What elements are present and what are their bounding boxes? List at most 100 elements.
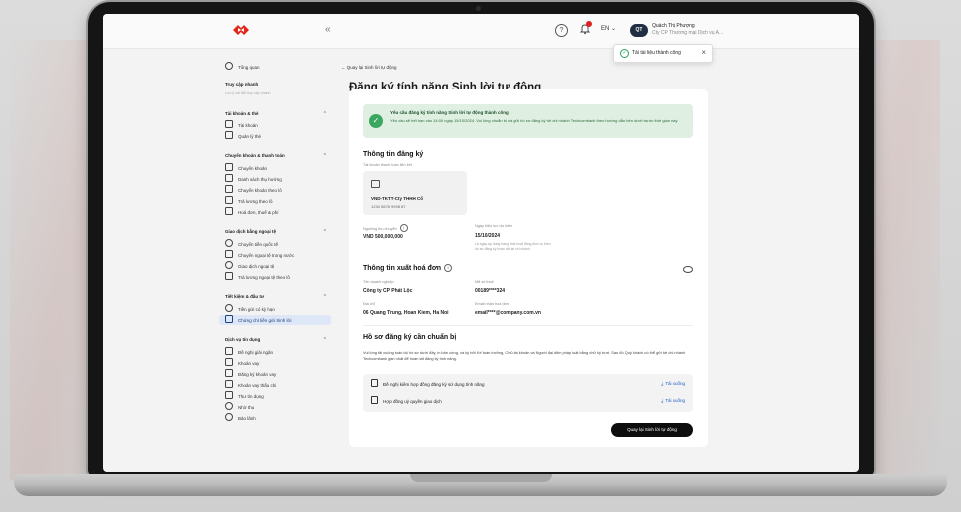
sidebar-item-bills[interactable]: Hoá đơn, thuế & phí	[219, 207, 331, 217]
info-icon[interactable]: i	[444, 264, 453, 272]
certificate-icon	[225, 315, 233, 323]
sidebar-item-label: Khoản vay thấu chi	[238, 383, 277, 388]
sidebar-section-savings[interactable]: Tiết kiệm & đầu tư ⌃	[225, 294, 329, 300]
back-to-auto-profit-button[interactable]: Quay lại Sinh lời tự động	[611, 423, 693, 437]
download-icon: ⤓	[661, 381, 664, 386]
sidebar-section-credit[interactable]: Dịch vụ tín dụng ⌃	[225, 337, 329, 343]
sidebar-item-term-deposit[interactable]: Tiền gửi có kỳ hạn	[219, 304, 331, 314]
sidebar-item-overdraft[interactable]: Khoản vay thấu chi	[219, 380, 331, 390]
sidebar-item-payroll[interactable]: Trả lương theo lô	[219, 196, 331, 206]
sidebar-item-collection[interactable]: Nhờ thu	[219, 402, 331, 412]
bank-logo[interactable]	[233, 25, 249, 35]
sidebar-section-title: Tài khoản & thẻ	[225, 111, 259, 116]
download-label: Tải xuống	[665, 398, 685, 403]
sidebar-item-domestic-fx[interactable]: Chuyển ngoại tệ trong nước	[219, 250, 331, 260]
sidebar-item-disbursement[interactable]: Đề nghị giải ngân	[219, 347, 331, 357]
file-icon	[371, 396, 378, 404]
currency-icon	[225, 261, 233, 269]
payroll-icon	[225, 196, 233, 204]
globe-icon	[225, 239, 233, 247]
sidebar-item-loan-register[interactable]: Đăng ký khoản vay	[219, 369, 331, 379]
sidebar-item-label: Chứng chỉ tiền gửi Sinh lời	[238, 318, 292, 323]
eye-icon[interactable]	[683, 266, 693, 273]
user-company: Cty CP Thương mại Dịch vụ A...	[652, 30, 724, 36]
language-selector[interactable]: EN ⌄	[601, 25, 616, 32]
linked-account-card: VND-TKTT-Cty THHH Cổ 1234 5678 9998 87	[363, 171, 467, 215]
sidebar-item-cards[interactable]: Quản lý thẻ	[219, 131, 331, 141]
success-toast: ✓ Tải tài liệu thành công ×	[613, 44, 713, 63]
user-menu[interactable]: Quách Thị Phượng Cty CP Thương mại Dịch …	[652, 23, 723, 37]
sidebar-section-quick-access: Truy cập nhanh	[225, 82, 329, 87]
sidebar-item-label: Khoản vay	[238, 361, 260, 366]
document-item: Đề nghị kiêm hợp đồng đăng ký sử dụng tí…	[371, 379, 689, 389]
info-icon[interactable]: i	[399, 224, 408, 232]
chevron-up-icon: ⌃	[322, 294, 327, 300]
section-title-invoice: Thông tin xuất hoá đơn i	[363, 264, 453, 272]
payroll-icon	[225, 272, 233, 280]
email-value: email****@company.com.vn	[475, 310, 541, 316]
sidebar-item-label: Trả lương ngoại tệ theo lô	[238, 275, 290, 280]
sidebar-item-bulk-transfer[interactable]: Chuyển khoản theo lô	[219, 185, 331, 195]
card-icon	[371, 180, 380, 188]
wallet-icon	[225, 380, 233, 388]
threshold-label: Ngưỡng thu chuyển i	[363, 224, 408, 232]
sidebar: Tổng quan Truy cập nhanh Lưu ý cài đặt t…	[219, 48, 335, 472]
sidebar-item-transfer[interactable]: Chuyển khoản	[219, 163, 331, 173]
sidebar-item-label: Bảo lãnh	[238, 416, 256, 421]
sidebar-item-overview[interactable]: Tổng quan	[219, 62, 331, 72]
contacts-icon	[225, 174, 233, 182]
sidebar-section-transfers[interactable]: Chuyển khoản & thanh toán ⌃	[225, 153, 329, 159]
sidebar-item-accounts[interactable]: Tài khoản	[219, 120, 331, 130]
sidebar-item-label: Tiền gửi có kỳ hạn	[238, 307, 275, 312]
sidebar-item-label: Quản lý thẻ	[238, 134, 262, 139]
sidebar-item-auto-profit[interactable]: Chứng chỉ tiền gửi Sinh lời	[219, 315, 331, 325]
sidebar-item-label: Thư tín dụng	[238, 394, 264, 399]
card-icon	[225, 131, 233, 139]
sidebar-item-label: Đăng ký khoản vay	[238, 372, 277, 377]
company-label: Tên doanh nghiệp	[363, 280, 394, 284]
transfer-icon	[225, 163, 233, 171]
form-icon	[225, 369, 233, 377]
laptop-notch	[410, 474, 552, 482]
success-title: Yêu cầu đăng ký tính năng Sinh lời tự độ…	[390, 110, 509, 115]
sidebar-section-foreign[interactable]: Giao dịch bằng ngoại tệ ⌃	[225, 229, 329, 235]
sidebar-item-label: Tài khoản	[238, 123, 258, 128]
sidebar-item-label: Giao dịch ngoại tệ	[238, 264, 275, 269]
sidebar-section-title: Giao dịch bằng ngoại tệ	[225, 229, 277, 234]
avatar[interactable]: QT	[630, 24, 648, 37]
sidebar-item-fx-payroll[interactable]: Trả lương ngoại tệ theo lô	[219, 272, 331, 282]
file-icon	[371, 379, 378, 387]
documents-list: Đề nghị kiêm hợp đồng đăng ký sử dụng tí…	[363, 374, 693, 412]
effective-date-label: Ngày hiệu lực dự kiến	[475, 224, 513, 228]
sidebar-item-letter-of-credit[interactable]: Thư tín dụng	[219, 391, 331, 401]
money-icon	[225, 358, 233, 366]
account-label: Tài khoản thanh toán liên kết	[363, 163, 412, 167]
sidebar-section-title: Truy cập nhanh	[225, 82, 259, 87]
help-icon[interactable]: ?	[555, 24, 568, 37]
collection-icon	[225, 402, 233, 410]
download-button[interactable]: ⤓ Tải xuống	[661, 379, 685, 389]
sidebar-item-beneficiaries[interactable]: Danh sách thụ hưởng	[219, 174, 331, 184]
back-link[interactable]: ← Quay lại Sinh lời tự động	[341, 65, 397, 70]
sidebar-item-label: Tổng quan	[238, 65, 260, 70]
check-circle-icon: ✓	[620, 49, 629, 58]
sidebar-item-guarantee[interactable]: Bảo lãnh	[219, 413, 331, 423]
success-banner: ✓ Yêu cầu đăng ký tính năng Sinh lời tự …	[363, 104, 693, 138]
account-number: 1234 5678 9998 87	[371, 204, 406, 209]
download-button[interactable]: ⤓ Tải xuống	[661, 396, 685, 406]
sidebar-section-accounts[interactable]: Tài khoản & thẻ ⌃	[225, 111, 329, 117]
sidebar-item-loans[interactable]: Khoản vay	[219, 358, 331, 368]
toast-message: Tải tài liệu thành công	[632, 50, 681, 56]
close-icon[interactable]: ×	[701, 48, 706, 57]
sidebar-item-fx-trading[interactable]: Giao dịch ngoại tệ	[219, 261, 331, 271]
threshold-value: VND 500,000,000	[363, 234, 403, 240]
collapse-sidebar-icon[interactable]: «	[325, 24, 331, 35]
sidebar-item-label: Chuyển ngoại tệ trong nước	[238, 253, 295, 258]
sidebar-item-label: Trả lương theo lô	[238, 199, 273, 204]
quick-access-hint: Lưu ý cài đặt truy cập nhanh	[225, 91, 271, 95]
sidebar-item-intl-transfer[interactable]: Chuyển tiền quốc tế	[219, 239, 331, 249]
sidebar-section-title: Tiết kiệm & đầu tư	[225, 294, 265, 299]
sidebar-item-label: Nhờ thu	[238, 405, 255, 410]
clock-icon	[225, 304, 233, 312]
download-icon: ⤓	[661, 398, 664, 403]
